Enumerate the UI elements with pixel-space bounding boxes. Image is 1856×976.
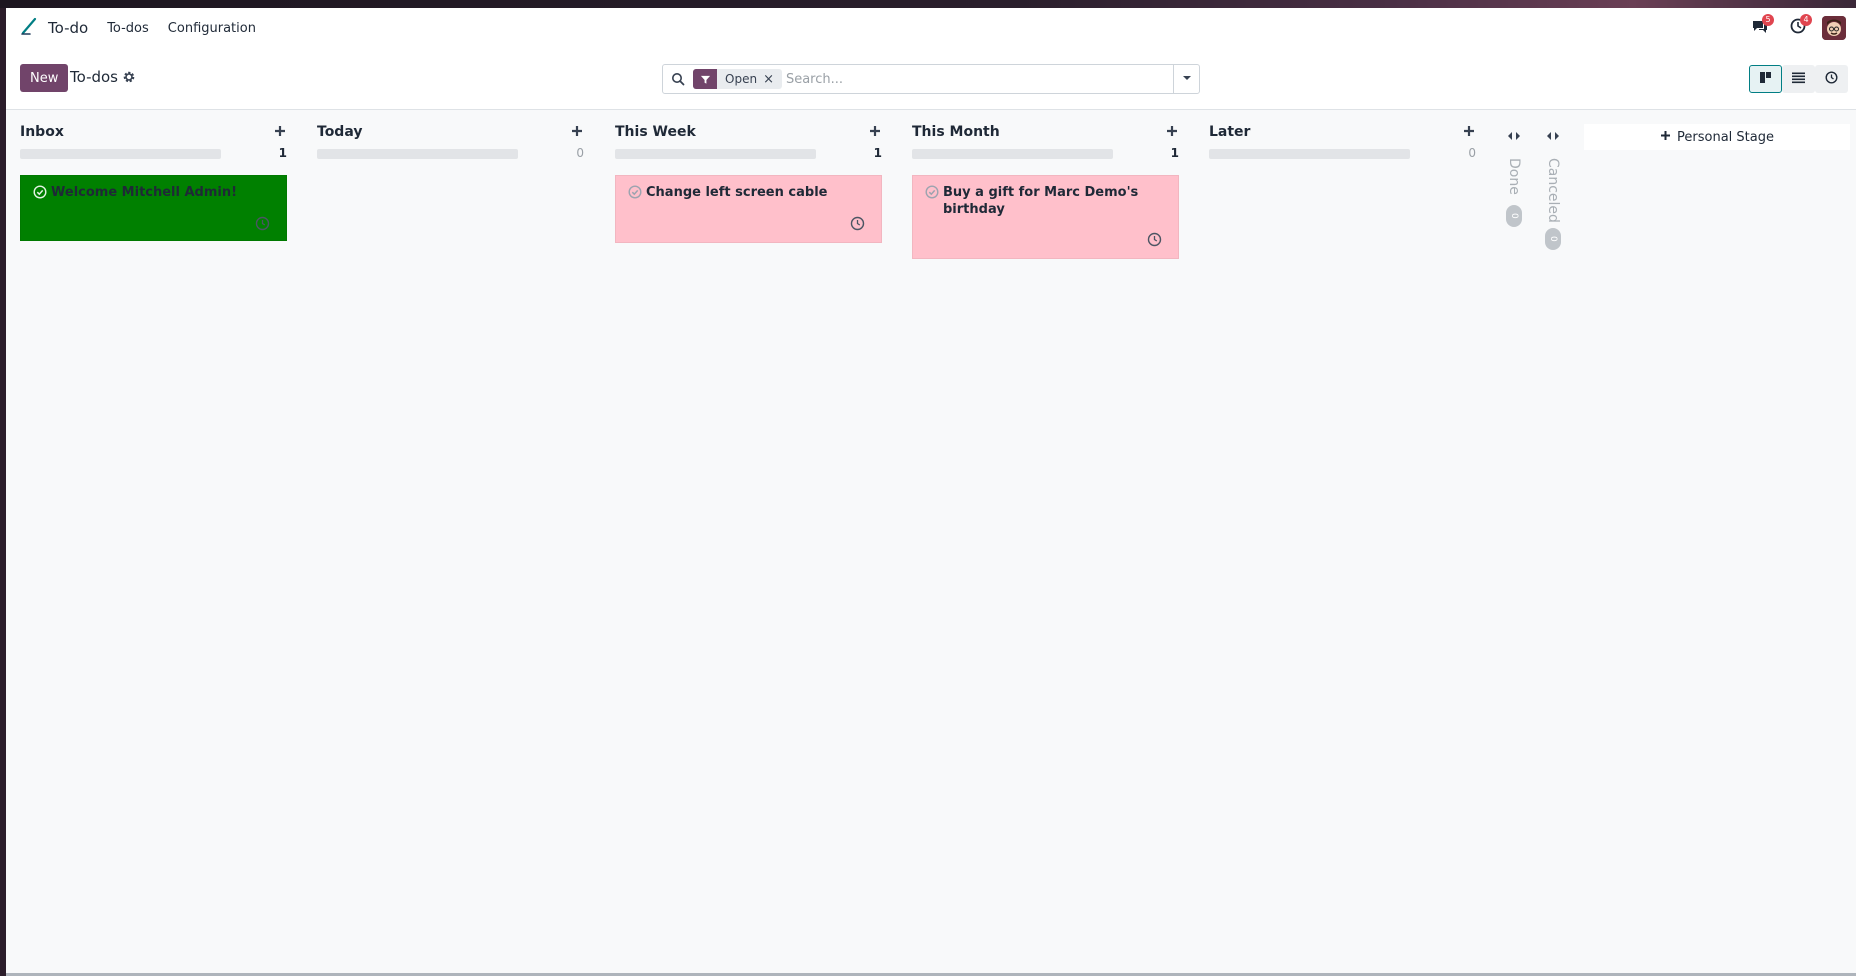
kanban-view-button[interactable] [1749, 65, 1782, 93]
app-name: To-do [48, 19, 89, 37]
check-circle-icon[interactable] [33, 185, 47, 199]
folded-column-done[interactable]: Done 0 [1501, 110, 1527, 230]
control-panel: New To-dos Open × [6, 48, 1856, 110]
app-window: To-do To-dos Configuration 5 4 New To-do… [6, 8, 1856, 976]
view-switcher [1749, 65, 1848, 93]
column-count: 0 [1468, 146, 1476, 160]
search-input[interactable] [785, 66, 1173, 92]
list-view-button[interactable] [1782, 65, 1815, 93]
new-button[interactable]: New [20, 64, 69, 92]
column-header: Later [1209, 124, 1476, 144]
menu-todos[interactable]: To-dos [107, 21, 149, 36]
add-stage-label: Personal Stage [1677, 129, 1774, 145]
filter-icon [693, 69, 717, 89]
column-count: 0 [576, 146, 584, 160]
gear-icon[interactable] [122, 70, 136, 84]
search-options-toggle[interactable] [1173, 65, 1199, 93]
app-brand[interactable]: To-do [20, 16, 88, 40]
column-count: 1 [1170, 146, 1179, 160]
list-icon [1792, 71, 1805, 88]
clock-icon [1825, 70, 1838, 88]
facet-label: Open [725, 72, 758, 86]
activity-clock-icon[interactable] [850, 216, 865, 231]
quick-create-button[interactable] [1462, 124, 1476, 138]
user-avatar[interactable] [1822, 16, 1846, 40]
todo-pen-icon [20, 16, 40, 40]
folded-column-title: Canceled [1545, 158, 1561, 223]
column-header: Inbox [20, 124, 287, 144]
activity-clock-icon[interactable] [1147, 232, 1162, 247]
kanban-icon [1759, 71, 1772, 88]
folded-column-count: 0 [1545, 228, 1561, 250]
check-circle-icon[interactable] [925, 185, 939, 199]
folded-column-count: 0 [1506, 205, 1522, 227]
column-header: This Month [912, 124, 1179, 144]
search-facet: Open × [693, 69, 782, 89]
messages-badge: 5 [1762, 14, 1774, 26]
column-title: This Week [615, 124, 696, 140]
column-progress-bar[interactable] [317, 149, 518, 159]
kanban-card[interactable]: Change left screen cable [615, 175, 882, 243]
kanban-board: Inbox 1 Welcome Mitchell Admin! Today 0 … [6, 110, 1856, 970]
card-title: Welcome Mitchell Admin! [51, 185, 238, 200]
quick-create-button[interactable] [1165, 124, 1179, 138]
column-title: Inbox [20, 124, 64, 140]
activities-badge: 4 [1800, 14, 1812, 26]
check-circle-icon[interactable] [628, 185, 642, 199]
column-title: Later [1209, 124, 1251, 140]
card-title: Buy a gift for Marc Demo's birthday [943, 185, 1139, 217]
column-header: Today [317, 124, 584, 144]
top-navbar: To-do To-dos Configuration 5 4 [6, 8, 1856, 48]
column-title: Today [317, 124, 363, 140]
activities-button[interactable]: 4 [1784, 14, 1812, 42]
unfold-arrows-icon[interactable] [1546, 130, 1560, 142]
column-header: This Week [615, 124, 882, 144]
quick-create-button[interactable] [570, 124, 584, 138]
column-progress-bar[interactable] [20, 149, 221, 159]
quick-create-button[interactable] [273, 124, 287, 138]
plus-icon [1660, 130, 1677, 145]
unfold-arrows-icon[interactable] [1507, 130, 1521, 142]
kanban-card[interactable]: Welcome Mitchell Admin! [20, 175, 287, 241]
column-progress-bar[interactable] [615, 149, 816, 159]
caret-down-icon [1182, 72, 1192, 87]
facet-remove-button[interactable]: × [763, 72, 782, 87]
card-title: Change left screen cable [646, 185, 828, 200]
messages-button[interactable]: 5 [1746, 14, 1774, 42]
column-progress-bar[interactable] [912, 149, 1113, 159]
column-count: 1 [873, 146, 882, 160]
activity-view-button[interactable] [1815, 65, 1848, 93]
column-count: 1 [278, 146, 287, 160]
search-bar: Open × [662, 64, 1200, 94]
folded-column-canceled[interactable]: Canceled 0 [1540, 110, 1566, 250]
menu-configuration[interactable]: Configuration [168, 21, 256, 36]
search-icon [671, 72, 685, 86]
desktop-background [0, 0, 1856, 8]
add-personal-stage-button[interactable]: Personal Stage [1584, 124, 1850, 150]
kanban-card[interactable]: Buy a gift for Marc Demo's birthday [912, 175, 1179, 259]
column-title: This Month [912, 124, 1000, 140]
column-progress-bar[interactable] [1209, 149, 1410, 159]
systray: 5 4 [1746, 8, 1856, 48]
folded-column-title: Done [1506, 158, 1522, 195]
page-title: To-dos [70, 68, 118, 86]
quick-create-button[interactable] [868, 124, 882, 138]
activity-clock-icon[interactable] [255, 216, 270, 231]
